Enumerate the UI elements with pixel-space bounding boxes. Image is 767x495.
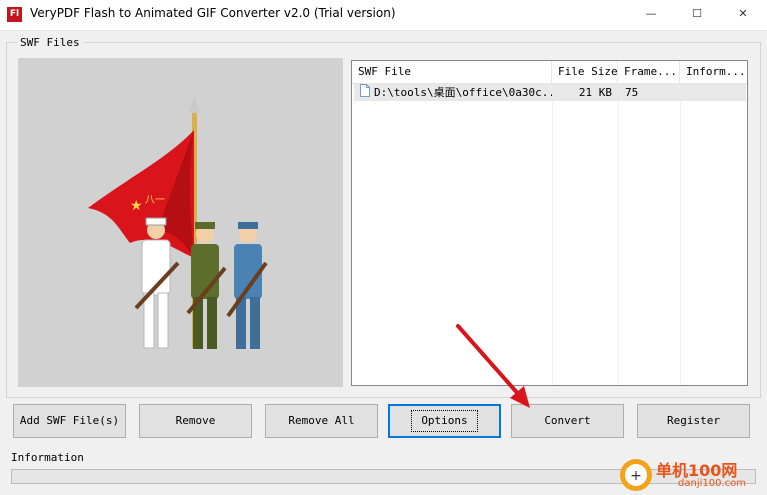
svg-text:★: ★ [130, 198, 143, 214]
cell-file-path: D:\tools\桌面\office\0a30c... [374, 86, 552, 99]
column-header-frames[interactable]: Frame... [618, 61, 680, 83]
svg-text:+: + [630, 468, 642, 484]
swf-file-list[interactable]: SWF File File Size Frame... Inform... D:… [351, 60, 748, 386]
column-header-information[interactable]: Inform... [680, 61, 746, 83]
minimize-button[interactable]: — [628, 0, 674, 30]
maximize-button[interactable]: ☐ [674, 0, 720, 30]
annotation-arrow [456, 324, 530, 408]
watermark: + 单机100网 danji100.com [616, 455, 767, 495]
table-row[interactable]: D:\tools\桌面\office\0a30c... 21 KB 75 [354, 84, 746, 101]
remove-all-button[interactable]: Remove All [265, 404, 378, 438]
swf-files-group-label: SWF Files [17, 36, 83, 49]
cell-information [687, 84, 745, 101]
watermark-url: danji100.com [678, 478, 746, 489]
list-header: SWF File File Size Frame... Inform... [352, 61, 747, 84]
add-swf-files-button[interactable]: Add SWF File(s) [13, 404, 126, 438]
column-gridline [618, 83, 619, 385]
options-button-label: Options [411, 410, 478, 432]
close-button[interactable]: ✕ [720, 0, 766, 30]
column-header-file-size[interactable]: File Size [552, 61, 618, 83]
remove-button[interactable]: Remove [139, 404, 252, 438]
swf-preview: ★ 八一 [18, 58, 343, 387]
watermark-logo-icon: + [620, 459, 652, 491]
svg-text:八一: 八一 [145, 195, 165, 206]
cell-file-size: 21 KB [578, 86, 612, 99]
register-button[interactable]: Register [637, 404, 750, 438]
file-icon [360, 84, 372, 101]
column-header-swf-file[interactable]: SWF File [352, 61, 552, 83]
cell-frames: 75 [625, 86, 639, 99]
column-gridline [552, 83, 553, 385]
app-icon: Fl [7, 7, 22, 22]
information-label: Information [11, 451, 84, 464]
column-gridline [680, 83, 681, 385]
title-bar: Fl VeryPDF Flash to Animated GIF Convert… [0, 0, 767, 31]
preview-illustration: ★ 八一 [88, 96, 268, 349]
window-title: VeryPDF Flash to Animated GIF Converter … [30, 6, 396, 20]
